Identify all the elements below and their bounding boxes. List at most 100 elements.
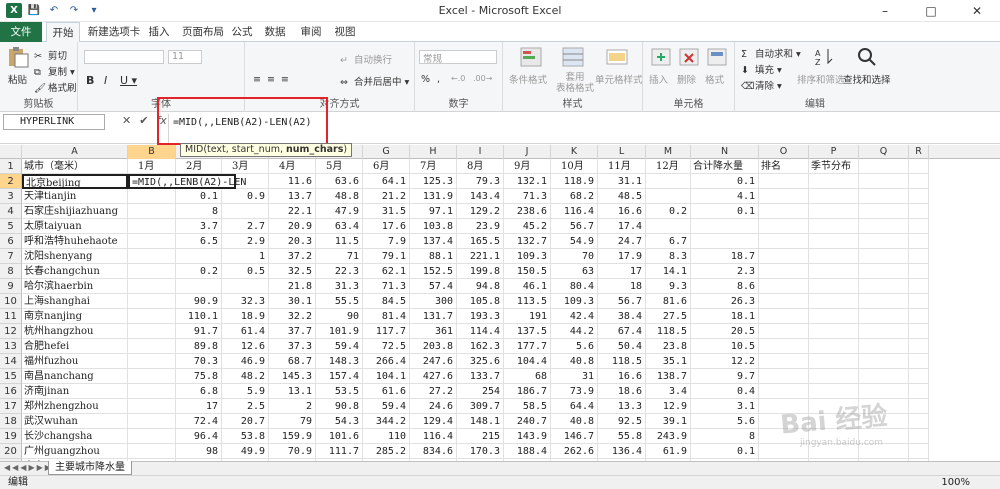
autosum-button[interactable]: Σ 自动求和 ▾ — [741, 46, 801, 61]
select-all-corner[interactable] — [0, 145, 22, 159]
value-cell[interactable]: 81.6 — [646, 294, 691, 309]
value-cell[interactable]: 70.9 — [269, 444, 316, 459]
value-cell[interactable]: 32.3 — [222, 294, 269, 309]
value-cell[interactable]: 191 — [504, 309, 551, 324]
table-format-button[interactable]: 套用 表格格式 — [555, 72, 595, 94]
value-cell[interactable]: 215 — [457, 429, 504, 444]
value-cell[interactable]: 10.5 — [691, 339, 759, 354]
header-cell[interactable]: 10月 — [551, 159, 598, 174]
value-cell[interactable]: 9.3 — [646, 279, 691, 294]
tab-new[interactable]: 新建选项卡 — [84, 22, 144, 42]
value-cell[interactable] — [128, 369, 176, 384]
value-cell[interactable]: 68.2 — [551, 189, 598, 204]
value-cell[interactable]: 165.5 — [457, 234, 504, 249]
value-cell[interactable]: 17 — [176, 399, 222, 414]
value-cell[interactable]: 57.4 — [410, 279, 457, 294]
column-header-q[interactable]: Q — [859, 145, 909, 159]
value-cell[interactable]: 6.8 — [176, 384, 222, 399]
value-cell[interactable]: 13.7 — [269, 189, 316, 204]
cell[interactable] — [809, 354, 859, 369]
value-cell[interactable]: 71.3 — [363, 279, 410, 294]
value-cell[interactable]: 50.4 — [598, 339, 646, 354]
value-cell[interactable]: 2.7 — [222, 219, 269, 234]
value-cell[interactable]: 143.4 — [457, 189, 504, 204]
value-cell[interactable]: 136.4 — [598, 444, 646, 459]
tab-view[interactable]: 视图 — [330, 22, 360, 42]
value-cell[interactable]: 266.4 — [363, 354, 410, 369]
value-cell[interactable]: 63.4 — [316, 219, 363, 234]
value-cell[interactable]: 116.4 — [410, 429, 457, 444]
column-header-j[interactable]: J — [504, 145, 551, 159]
value-cell[interactable]: 2.9 — [222, 234, 269, 249]
value-cell[interactable]: 12.2 — [691, 354, 759, 369]
value-cell[interactable]: 300 — [410, 294, 457, 309]
value-cell[interactable]: 17.4 — [598, 219, 646, 234]
city-cell[interactable]: 天津tianjin — [22, 189, 128, 204]
row-header[interactable]: 2 — [0, 174, 22, 189]
value-cell[interactable]: 67.4 — [598, 324, 646, 339]
align-buttons[interactable]: ≡≡≡ — [253, 74, 295, 85]
city-cell[interactable]: 石家庄shijiazhuang — [22, 204, 128, 219]
value-cell[interactable]: 110 — [363, 429, 410, 444]
cell[interactable] — [859, 204, 909, 219]
value-cell[interactable]: 132.7 — [504, 234, 551, 249]
cell[interactable] — [909, 249, 929, 264]
value-cell[interactable]: 0.1 — [176, 189, 222, 204]
value-cell[interactable]: 203.8 — [410, 339, 457, 354]
value-cell[interactable]: 110.1 — [176, 309, 222, 324]
tab-page-layout[interactable]: 页面布局 — [178, 22, 228, 42]
value-cell[interactable]: 20.9 — [269, 219, 316, 234]
value-cell[interactable]: 32.2 — [269, 309, 316, 324]
cell[interactable] — [809, 189, 859, 204]
cell[interactable] — [859, 324, 909, 339]
value-cell[interactable]: 55.8 — [598, 429, 646, 444]
row-header[interactable]: 9 — [0, 279, 22, 294]
value-cell[interactable]: 101.9 — [316, 324, 363, 339]
cell[interactable] — [759, 384, 809, 399]
value-cell[interactable]: 361 — [410, 324, 457, 339]
value-cell[interactable] — [691, 219, 759, 234]
column-header-o[interactable]: O — [759, 145, 809, 159]
cell[interactable] — [909, 399, 929, 414]
value-cell[interactable]: 61.9 — [646, 444, 691, 459]
header-cell[interactable]: 9月 — [504, 159, 551, 174]
value-cell[interactable]: 0.1 — [691, 204, 759, 219]
value-cell[interactable]: 138.7 — [646, 369, 691, 384]
value-cell[interactable] — [128, 234, 176, 249]
value-cell[interactable]: 89.8 — [176, 339, 222, 354]
value-cell[interactable]: 18.6 — [598, 384, 646, 399]
value-cell[interactable]: 129.4 — [410, 414, 457, 429]
value-cell[interactable]: 262.6 — [551, 444, 598, 459]
column-header-b[interactable]: B — [128, 145, 176, 159]
value-cell[interactable]: 3.1 — [691, 399, 759, 414]
cell-styles-button[interactable]: 单元格样式 — [595, 72, 643, 86]
row-header[interactable]: 4 — [0, 204, 22, 219]
value-cell[interactable]: 16.6 — [598, 369, 646, 384]
value-cell[interactable]: 0.2 — [176, 264, 222, 279]
value-cell[interactable]: 254 — [457, 384, 504, 399]
cell[interactable] — [909, 219, 929, 234]
value-cell[interactable]: 72.5 — [363, 339, 410, 354]
value-cell[interactable]: 56.7 — [598, 294, 646, 309]
value-cell[interactable]: 31.5 — [363, 204, 410, 219]
value-cell[interactable]: 54.3 — [316, 414, 363, 429]
value-cell[interactable] — [128, 309, 176, 324]
cell[interactable] — [759, 174, 809, 189]
value-cell[interactable]: 17.6 — [363, 219, 410, 234]
column-header-m[interactable]: M — [646, 145, 691, 159]
active-edit-cell[interactable]: =MID(,,LENB(A2)-LEN — [128, 174, 246, 189]
column-header-p[interactable]: P — [809, 145, 859, 159]
cell[interactable] — [909, 174, 929, 189]
value-cell[interactable]: 71 — [316, 249, 363, 264]
value-cell[interactable] — [646, 174, 691, 189]
cell[interactable] — [909, 189, 929, 204]
value-cell[interactable] — [128, 429, 176, 444]
cell[interactable] — [859, 174, 909, 189]
value-cell[interactable]: 116.4 — [551, 204, 598, 219]
row-header[interactable]: 13 — [0, 339, 22, 354]
row-header[interactable]: 20 — [0, 444, 22, 459]
value-cell[interactable]: 2.3 — [691, 264, 759, 279]
value-cell[interactable]: 98 — [176, 444, 222, 459]
format-cells-button[interactable]: 格式 — [705, 72, 724, 86]
cell[interactable] — [759, 189, 809, 204]
